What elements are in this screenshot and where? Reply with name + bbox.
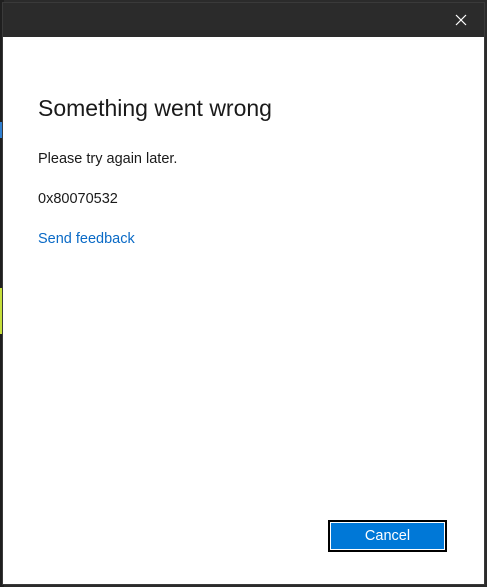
error-dialog: Something went wrong Please try again la… [2,2,485,585]
cancel-button[interactable]: Cancel [328,520,447,552]
close-icon [455,14,467,26]
error-code: 0x80070532 [38,191,118,207]
dialog-content: Something went wrong Please try again la… [38,93,464,249]
close-button[interactable] [438,3,484,37]
dialog-title: Something went wrong [38,95,272,121]
title-bar [3,3,484,37]
send-feedback-link[interactable]: Send feedback [38,229,135,249]
error-message: Please try again later. [38,151,178,167]
